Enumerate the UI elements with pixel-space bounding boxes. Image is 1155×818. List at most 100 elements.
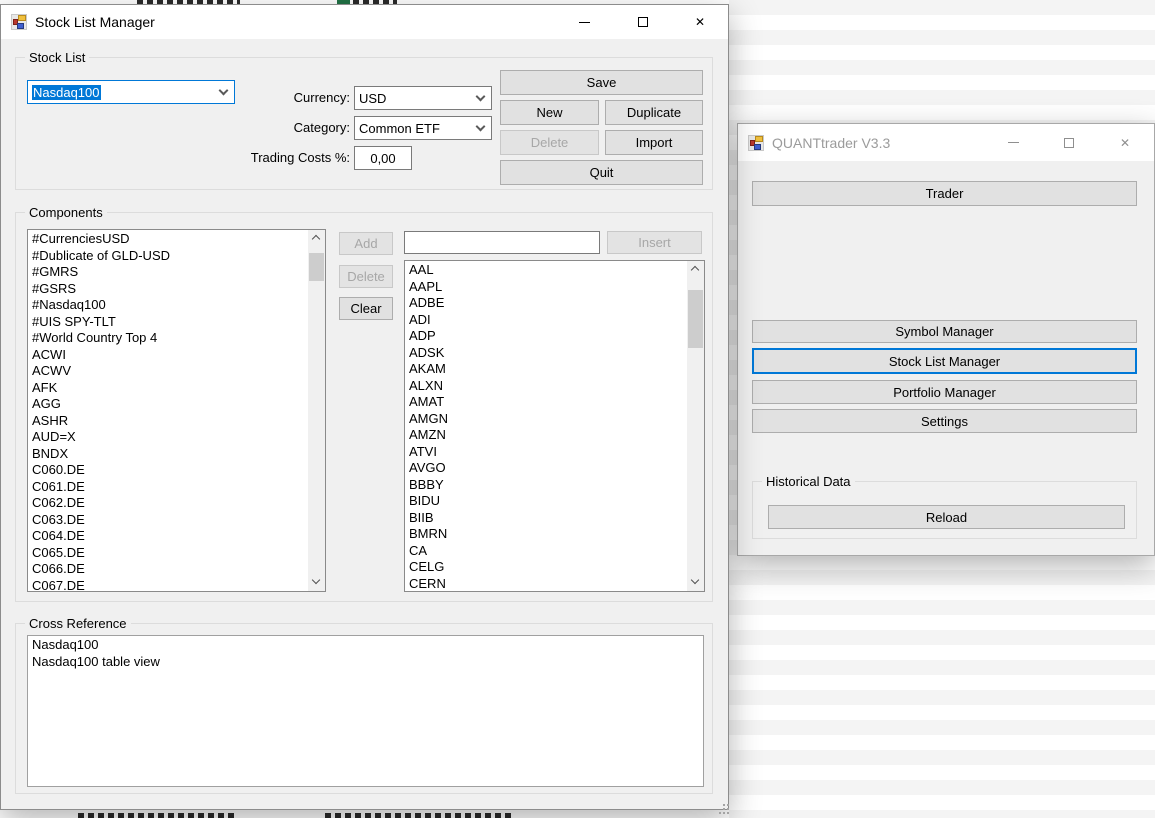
symbol-manager-button[interactable]: Symbol Manager: [752, 320, 1137, 343]
vertical-scrollbar[interactable]: [687, 261, 704, 591]
quit-button[interactable]: Quit: [500, 160, 703, 185]
list-item[interactable]: C064.DE: [28, 528, 307, 545]
list-item[interactable]: ADBE: [405, 295, 686, 312]
list-item[interactable]: BIDU: [405, 493, 686, 510]
trading-costs-field[interactable]: [354, 146, 412, 170]
list-item[interactable]: AKAM: [405, 361, 686, 378]
settings-button[interactable]: Settings: [752, 409, 1137, 433]
list-item[interactable]: ALXN: [405, 378, 686, 395]
minimize-button[interactable]: [991, 124, 1035, 161]
chevron-up-icon: [691, 266, 699, 274]
new-button[interactable]: New: [500, 100, 599, 125]
scroll-down-arrow[interactable]: [308, 574, 325, 591]
delete-button[interactable]: Delete: [500, 130, 599, 155]
slm-titlebar[interactable]: Stock List Manager ✕: [1, 5, 728, 39]
scrollbar-thumb[interactable]: [309, 253, 324, 281]
close-icon: ✕: [1120, 136, 1130, 150]
list-item[interactable]: BBBY: [405, 477, 686, 494]
list-item[interactable]: #Dublicate of GLD-USD: [28, 248, 307, 265]
symbol-input[interactable]: [404, 231, 600, 254]
scroll-up-arrow[interactable]: [687, 261, 704, 278]
portfolio-manager-button[interactable]: Portfolio Manager: [752, 380, 1137, 404]
save-button[interactable]: Save: [500, 70, 703, 95]
list-item[interactable]: AUD=X: [28, 429, 307, 446]
list-item[interactable]: C066.DE: [28, 561, 307, 578]
list-item[interactable]: Nasdaq100: [28, 637, 703, 654]
insert-button[interactable]: Insert: [607, 231, 702, 254]
stock-lists-listbox[interactable]: #CurrenciesUSD#Dublicate of GLD-USD#GMRS…: [27, 229, 326, 592]
scroll-up-arrow[interactable]: [308, 230, 325, 247]
list-item[interactable]: AAPL: [405, 279, 686, 296]
list-item[interactable]: #World Country Top 4: [28, 330, 307, 347]
list-item[interactable]: #CurrenciesUSD: [28, 231, 307, 248]
category-combobox[interactable]: Common ETF: [354, 116, 492, 140]
trader-button[interactable]: Trader: [752, 181, 1137, 206]
list-item[interactable]: ACWI: [28, 347, 307, 364]
list-item[interactable]: AFK: [28, 380, 307, 397]
scroll-down-arrow[interactable]: [687, 574, 704, 591]
list-item[interactable]: ACWV: [28, 363, 307, 380]
delete-component-button[interactable]: Delete: [339, 265, 393, 288]
stock-list-manager-button[interactable]: Stock List Manager: [752, 348, 1137, 374]
symbols-listbox[interactable]: AALAAPLADBEADIADPADSKAKAMALXNAMATAMGNAMZ…: [404, 260, 705, 592]
list-item[interactable]: C062.DE: [28, 495, 307, 512]
list-item[interactable]: #UIS SPY-TLT: [28, 314, 307, 331]
scrollbar-thumb[interactable]: [688, 290, 703, 348]
window-title: Stock List Manager: [35, 14, 155, 30]
list-item[interactable]: C065.DE: [28, 545, 307, 562]
historical-data-label: Historical Data: [762, 474, 855, 489]
maximize-icon: [1064, 138, 1074, 148]
stock-list-combobox[interactable]: Nasdaq100: [27, 80, 235, 104]
maximize-button[interactable]: [1047, 124, 1091, 161]
stock-list-manager-window: Stock List Manager ✕ Stock List Nasdaq10…: [0, 4, 729, 810]
list-item[interactable]: #Nasdaq100: [28, 297, 307, 314]
list-item[interactable]: BIIB: [405, 510, 686, 527]
currency-label: Currency:: [216, 90, 350, 105]
list-item[interactable]: ADSK: [405, 345, 686, 362]
minimize-button[interactable]: [562, 5, 606, 39]
cross-reference-label: Cross Reference: [25, 616, 131, 631]
list-item[interactable]: C063.DE: [28, 512, 307, 529]
list-item[interactable]: AAL: [405, 262, 686, 279]
vertical-scrollbar[interactable]: [308, 230, 325, 591]
list-item[interactable]: C061.DE: [28, 479, 307, 496]
cross-reference-listbox[interactable]: Nasdaq100Nasdaq100 table view: [27, 635, 704, 787]
import-button[interactable]: Import: [605, 130, 703, 155]
chevron-down-icon: [312, 576, 320, 584]
list-item[interactable]: #GMRS: [28, 264, 307, 281]
chevron-down-icon: [476, 92, 486, 102]
list-item[interactable]: BNDX: [28, 446, 307, 463]
list-item[interactable]: CERN: [405, 576, 686, 592]
close-button[interactable]: ✕: [678, 5, 722, 39]
list-item[interactable]: C067.DE: [28, 578, 307, 592]
list-item[interactable]: #GSRS: [28, 281, 307, 298]
close-button[interactable]: ✕: [1103, 124, 1147, 161]
list-item[interactable]: AGG: [28, 396, 307, 413]
currency-combobox[interactable]: USD: [354, 86, 492, 110]
clear-button[interactable]: Clear: [339, 297, 393, 320]
list-item[interactable]: BMRN: [405, 526, 686, 543]
resize-grip[interactable]: [723, 804, 725, 806]
add-button[interactable]: Add: [339, 232, 393, 255]
list-item[interactable]: C060.DE: [28, 462, 307, 479]
list-item[interactable]: Nasdaq100 table view: [28, 654, 703, 671]
duplicate-button[interactable]: Duplicate: [605, 100, 703, 125]
list-item[interactable]: CELG: [405, 559, 686, 576]
chevron-down-icon: [476, 122, 486, 132]
list-item[interactable]: AVGO: [405, 460, 686, 477]
maximize-button[interactable]: [621, 5, 665, 39]
symbols-items: AALAAPLADBEADIADPADSKAKAMALXNAMATAMGNAMZ…: [405, 262, 686, 591]
list-item[interactable]: ADI: [405, 312, 686, 329]
list-item[interactable]: ATVI: [405, 444, 686, 461]
list-item[interactable]: AMAT: [405, 394, 686, 411]
minimize-icon: [1008, 142, 1019, 143]
list-item[interactable]: ADP: [405, 328, 686, 345]
cross-reference-items: Nasdaq100Nasdaq100 table view: [28, 637, 703, 786]
quanttrader-titlebar[interactable]: QUANTtrader V3.3 ✕: [738, 124, 1154, 161]
list-item[interactable]: CA: [405, 543, 686, 560]
reload-button[interactable]: Reload: [768, 505, 1125, 529]
list-item[interactable]: AMGN: [405, 411, 686, 428]
chevron-down-icon: [691, 576, 699, 584]
list-item[interactable]: ASHR: [28, 413, 307, 430]
list-item[interactable]: AMZN: [405, 427, 686, 444]
